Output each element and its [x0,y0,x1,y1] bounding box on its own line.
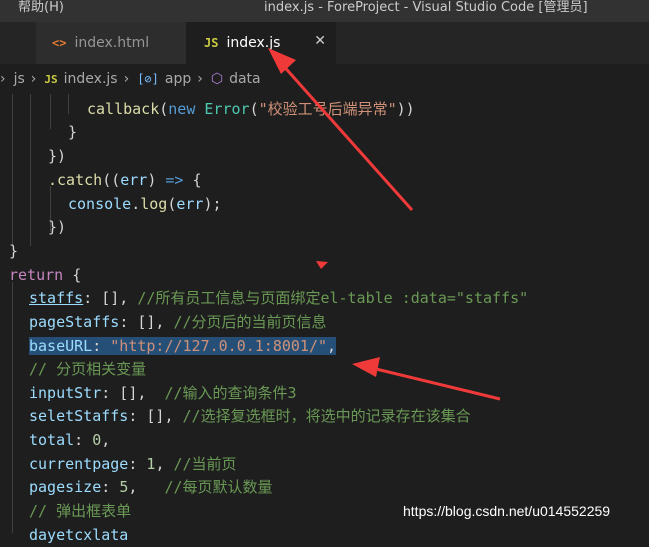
title-bar: 帮助(H) index.js - ForeProject - Visual St… [0,0,649,22]
html-file-icon: <> [52,36,67,50]
code-line: staffs: [], //所有员工信息与页面绑定el-table :data=… [29,289,529,307]
code-line: callback(new Error("校验工号后端异常")) [87,100,415,118]
tab-label: index.html [74,35,150,51]
code-line: pageStaffs: [], //分页后的当前页信息 [29,313,327,331]
code-line: } [9,242,19,260]
tab-label: index.js [226,35,281,51]
code-line: pagesize: 5, //每页默认数量 [29,478,273,496]
code-line: console.log(err); [68,195,222,213]
watermark-text: https://blog.csdn.net/u014552259 [403,503,611,519]
cube-icon: ⬡ [210,71,224,87]
chevron-right-icon: › [0,71,6,87]
code-editor[interactable]: callback(new Error("校验工号后端异常")) } }) .ca… [0,94,649,544]
code-line: } [68,123,78,141]
close-icon[interactable]: ✕ [314,33,326,49]
window-title: index.js - ForeProject - Visual Studio C… [264,0,588,15]
code-line: // 分页相关变量 [29,360,147,378]
code-line: seletStaffs: [], //选择复选框时，将选中的记录存在该集合 [29,407,471,425]
js-file-icon: JS [44,72,58,86]
breadcrumb-property[interactable]: data [229,71,261,87]
code-line: }) [48,218,67,236]
editor-tab-bar: <> index.html JS index.js ✕ [0,22,649,64]
code-line: return { [9,266,82,284]
breadcrumb-file[interactable]: index.js [64,71,118,87]
code-line: .catch((err) => { [48,171,202,189]
code-line: inputStr: [], //输入的查询条件3 [29,384,297,402]
breadcrumb-object[interactable]: app [165,71,191,87]
object-symbol-icon: [⊘] [137,72,159,86]
code-line: // 弹出框表单 [29,502,132,520]
code-line: }) [48,147,67,165]
js-file-icon: JS [204,36,219,50]
tab-index-html[interactable]: <> index.html [36,22,186,64]
breadcrumb-folder[interactable]: js [14,71,25,87]
code-line: total: 0, [29,431,111,449]
breadcrumb: › js › JS index.js › [⊘] app › ⬡ data [0,64,649,94]
code-line: currentpage: 1, //当前页 [29,455,237,473]
code-line: dayetcxlata [29,526,129,544]
tab-index-js[interactable]: JS index.js ✕ [186,22,336,64]
chevron-right-icon: › [30,71,37,87]
chevron-right-icon: › [123,71,130,87]
menu-help[interactable]: 帮助(H) [18,0,64,15]
code-line-selected: baseURL: "http://127.0.0.1:8001/", [29,337,337,355]
chevron-right-icon: › [197,71,203,87]
